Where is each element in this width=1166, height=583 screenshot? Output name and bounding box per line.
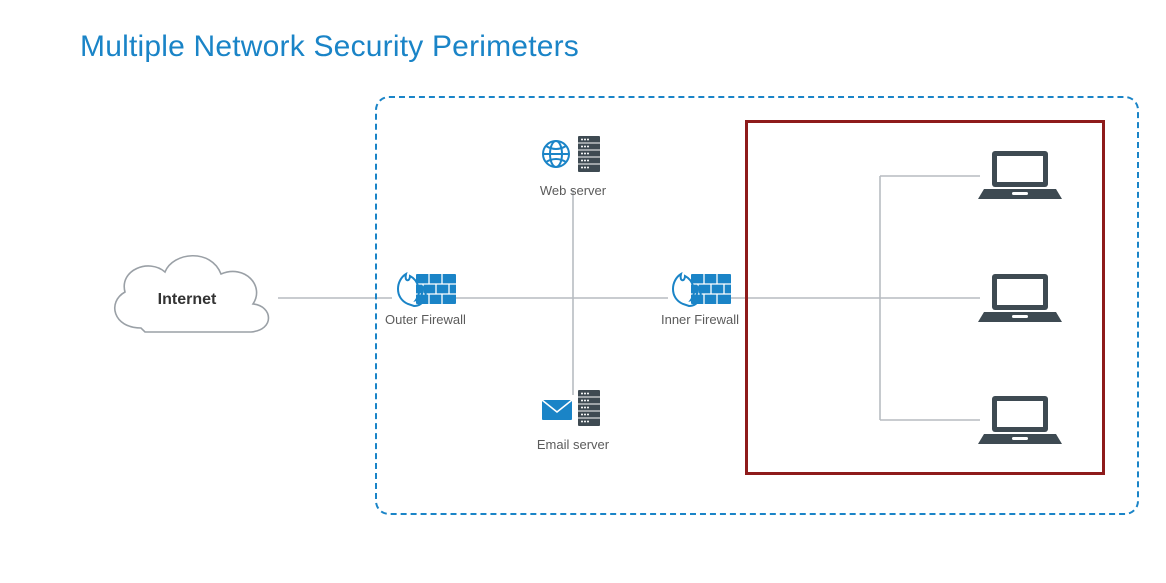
laptop-icon [978, 268, 1062, 326]
laptop-node-1 [975, 145, 1065, 208]
web-server-icon [538, 132, 608, 176]
web-server-node: Web server [513, 132, 633, 198]
inner-firewall-node: Inner Firewall [660, 260, 740, 327]
outer-firewall-node: Outer Firewall [385, 260, 465, 327]
laptop-node-3 [975, 390, 1065, 453]
email-server-icon [538, 386, 608, 430]
outer-firewall-label: Outer Firewall [385, 312, 465, 327]
internet-label: Internet [158, 291, 217, 308]
diagram-stage: Internet Outer Firewall [0, 0, 1166, 583]
firewall-icon [665, 260, 735, 310]
email-server-node: Email server [513, 386, 633, 452]
laptop-icon [978, 390, 1062, 448]
email-server-label: Email server [513, 437, 633, 452]
laptop-node-2 [975, 268, 1065, 331]
inner-firewall-label: Inner Firewall [660, 312, 740, 327]
internet-node: Internet [95, 240, 280, 357]
firewall-icon [390, 260, 460, 310]
cloud-icon: Internet [95, 240, 280, 352]
laptop-icon [978, 145, 1062, 203]
web-server-label: Web server [513, 183, 633, 198]
